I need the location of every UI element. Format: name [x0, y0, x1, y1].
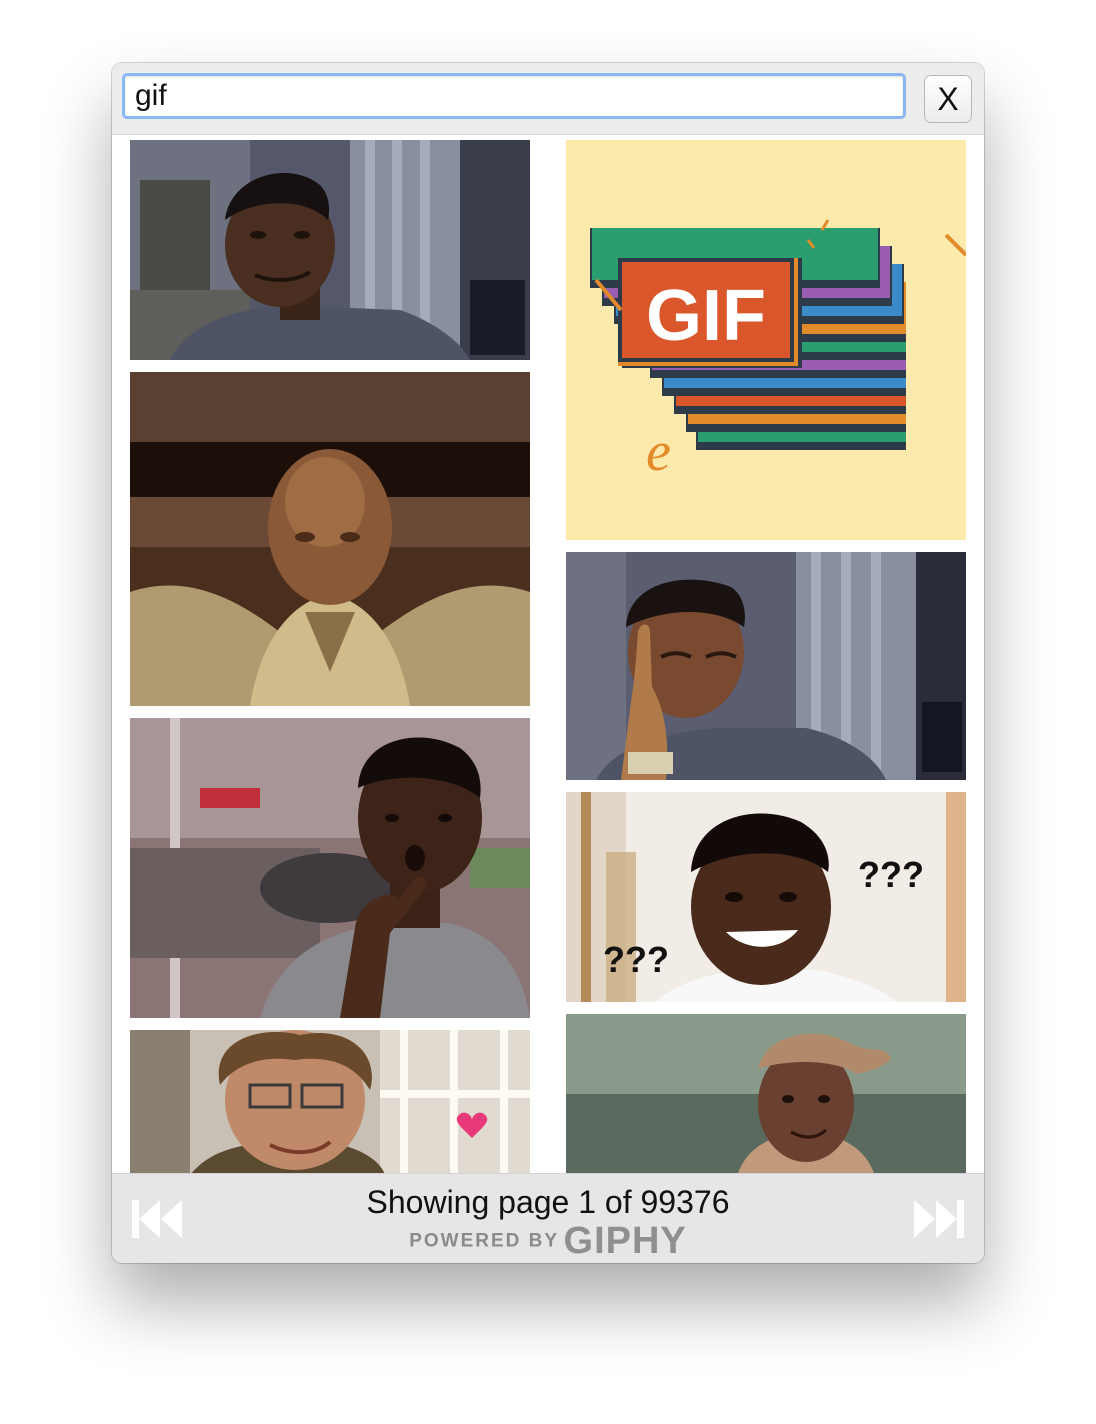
gif-image: GIF e — [566, 140, 966, 540]
gif-result-man-pointing[interactable] — [566, 552, 966, 780]
skip-forward-icon[interactable] — [912, 1196, 966, 1242]
powered-by-giphy: POWERED BY GIPHY — [112, 1220, 984, 1263]
giphy-logo: GIPHY — [563, 1220, 687, 1262]
footer: Showing page 1 of 99376 POWERED BY GIPHY — [112, 1173, 984, 1263]
gif-image — [130, 718, 530, 1018]
gif-image — [130, 140, 530, 360]
gif-image: ??? ??? — [566, 792, 966, 1002]
gif-image — [130, 372, 530, 706]
gif-result-man-question-marks[interactable]: ??? ??? — [566, 792, 966, 1002]
gif-results-grid: GIF e ??? ??? — [112, 135, 984, 1173]
powered-by-label: POWERED BY — [409, 1230, 560, 1252]
gif-result-man-heart[interactable] — [130, 1030, 530, 1173]
page-status: Showing page 1 of 99376 — [366, 1184, 730, 1220]
close-button[interactable]: X — [924, 75, 972, 123]
gif-logo-text: GIF — [646, 276, 766, 356]
gif-result-gif-logo[interactable]: GIF e — [566, 140, 966, 540]
gif-result-man-smirking[interactable] — [130, 140, 530, 360]
search-bar: X — [112, 63, 984, 135]
gif-image — [130, 1030, 530, 1173]
gif-result-bald-character[interactable] — [130, 372, 530, 706]
gif-image — [566, 1014, 966, 1173]
gif-result-man-thinking[interactable] — [130, 718, 530, 1018]
overlay-text: ??? — [858, 854, 924, 895]
search-input[interactable] — [122, 73, 906, 119]
gif-image — [566, 552, 966, 780]
giphy-search-window: X — [112, 63, 984, 1263]
gif-result-woman-headscarf[interactable] — [566, 1014, 966, 1173]
gif-logo-caption: e — [646, 421, 671, 483]
overlay-text: ??? — [603, 939, 669, 980]
